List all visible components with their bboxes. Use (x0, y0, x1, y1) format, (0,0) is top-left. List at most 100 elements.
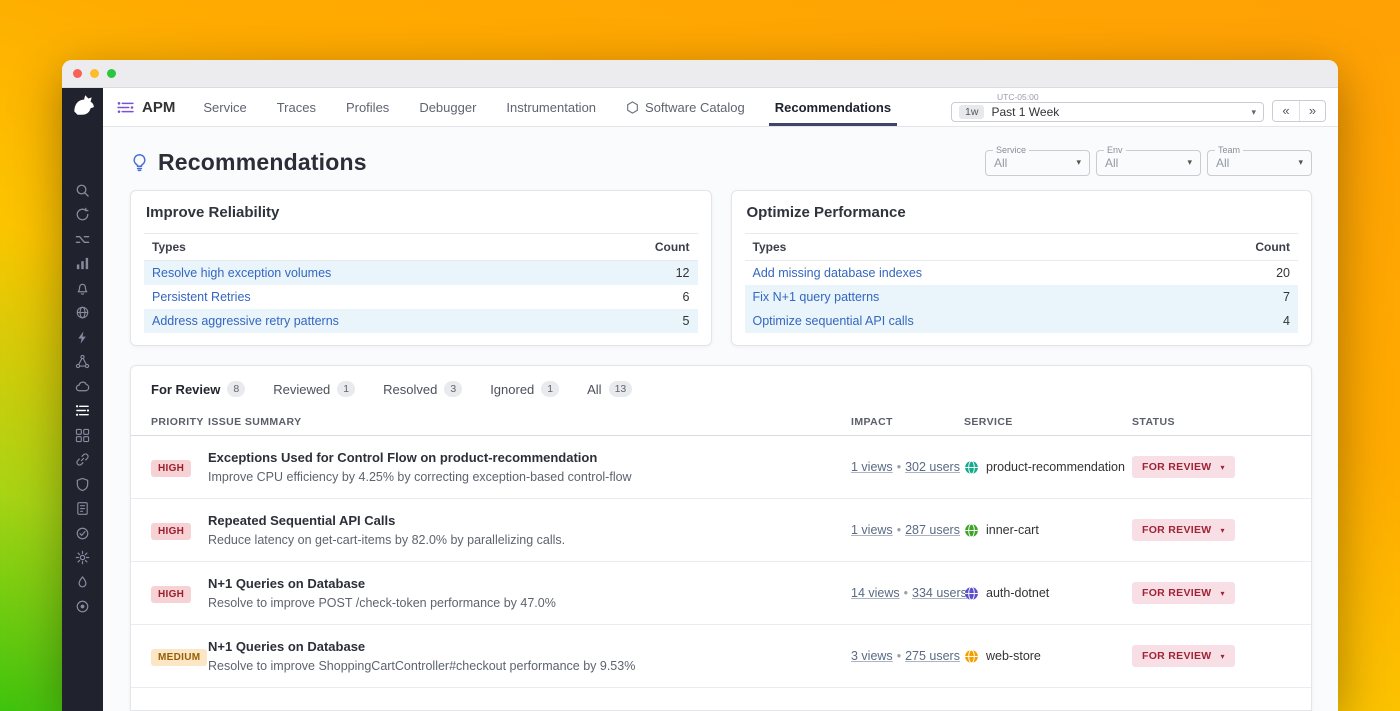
service-link[interactable]: inner-cart (964, 523, 1132, 538)
nav-recommendations[interactable]: Recommendations (775, 88, 891, 126)
software-catalog-icon[interactable] (62, 423, 103, 448)
service-link[interactable]: auth-dotnet (964, 586, 1132, 601)
zoom-window-button[interactable] (107, 69, 116, 78)
env-filter-value: All (1105, 156, 1118, 170)
settings-gear-icon[interactable] (62, 546, 103, 571)
datadog-logo[interactable] (68, 90, 98, 120)
card-title: Improve Reliability (146, 204, 698, 221)
type-count: 4 (1283, 314, 1290, 328)
type-count: 12 (676, 266, 690, 280)
views-link[interactable]: 1 views (851, 460, 893, 474)
links-icon[interactable] (62, 448, 103, 473)
issue-title: N+1 Queries on Database (208, 576, 851, 591)
recommendation-row[interactable]: MEDIUM N+1 Queries on Database Resolve t… (131, 625, 1311, 688)
recommendation-type-row[interactable]: Address aggressive retry patterns 5 (144, 309, 698, 333)
nav-instrumentation[interactable]: Instrumentation (506, 88, 596, 126)
navbar-right-controls: UTC-05:00 1w Past 1 Week ▾ « » (951, 92, 1326, 122)
users-link[interactable]: 334 users (912, 586, 967, 600)
type-link[interactable]: Persistent Retries (152, 290, 251, 304)
tab-count-badge: 8 (227, 381, 245, 397)
views-link[interactable]: 1 views (851, 523, 893, 537)
chevron-down-icon: ▾ (1221, 652, 1225, 661)
tab-resolved[interactable]: Resolved 3 (383, 381, 462, 397)
type-link[interactable]: Optimize sequential API calls (753, 314, 914, 328)
type-link[interactable]: Address aggressive retry patterns (152, 314, 339, 328)
status-dropdown[interactable]: FOR REVIEW▾ (1132, 645, 1235, 667)
nav-service[interactable]: Service (203, 88, 246, 126)
recommendation-type-row[interactable]: Resolve high exception volumes 12 (144, 261, 698, 285)
card-table-header: Types Count (745, 233, 1299, 261)
time-back-button[interactable]: « (1273, 101, 1299, 121)
events-icon[interactable] (62, 325, 103, 350)
recommendation-type-row[interactable]: Fix N+1 query patterns 7 (745, 285, 1299, 309)
nav-links: Service Traces Profiles Debugger Instrum… (203, 88, 891, 126)
watchdog-icon[interactable] (62, 203, 103, 228)
chevron-down-icon: ▾ (1221, 589, 1225, 598)
filter-bar: Service All ▾ Env All ▾ Team (985, 150, 1312, 176)
separator-dot: • (897, 523, 901, 537)
minimize-window-button[interactable] (90, 69, 99, 78)
impact-column-header: IMPACT (851, 416, 964, 428)
service-link[interactable]: product-recommendation (964, 460, 1132, 475)
views-link[interactable]: 14 views (851, 586, 900, 600)
network-icon[interactable] (62, 350, 103, 375)
close-window-button[interactable] (73, 69, 82, 78)
issue-description: Resolve to improve ShoppingCartControlle… (208, 659, 851, 673)
status-dropdown[interactable]: FOR REVIEW▾ (1132, 456, 1235, 478)
users-link[interactable]: 287 users (905, 523, 960, 537)
type-link[interactable]: Resolve high exception volumes (152, 266, 331, 280)
tab-all[interactable]: All 13 (587, 381, 632, 397)
metrics-icon[interactable] (62, 252, 103, 277)
tab-for-review[interactable]: For Review 8 (151, 381, 245, 397)
nav-traces[interactable]: Traces (277, 88, 316, 126)
service-globe-icon (964, 649, 979, 664)
recommendation-row[interactable]: HIGH Repeated Sequential API Calls Reduc… (131, 499, 1311, 562)
nav-debugger[interactable]: Debugger (419, 88, 476, 126)
serverless-icon[interactable] (62, 374, 103, 399)
help-icon[interactable] (62, 595, 103, 620)
list-column-headers: PRIORITY ISSUE SUMMARY IMPACT SERVICE ST… (131, 410, 1311, 436)
status-dropdown[interactable]: FOR REVIEW▾ (1132, 519, 1235, 541)
service-name: web-store (986, 649, 1041, 663)
recommendation-type-row[interactable]: Persistent Retries 6 (144, 285, 698, 309)
desktop-background: APM Service Traces Profiles Debugger Ins… (0, 0, 1400, 711)
tab-ignored[interactable]: Ignored 1 (490, 381, 559, 397)
time-forward-button[interactable]: » (1299, 101, 1325, 121)
team-filter-value: All (1216, 156, 1229, 170)
recommendation-type-row[interactable]: Optimize sequential API calls 4 (745, 309, 1299, 333)
type-link[interactable]: Fix N+1 query patterns (753, 290, 880, 304)
priority-badge: HIGH (151, 460, 191, 477)
recommendation-row[interactable]: HIGH N+1 Queries on Database Resolve to … (131, 562, 1311, 625)
service-filter[interactable]: Service All ▾ (985, 150, 1090, 176)
nav-profiles[interactable]: Profiles (346, 88, 389, 126)
team-filter[interactable]: Team All ▾ (1207, 150, 1312, 176)
recommendation-row[interactable]: HIGH Exceptions Used for Control Flow on… (131, 436, 1311, 499)
service-column-header: SERVICE (964, 416, 1132, 428)
monitors-icon[interactable] (62, 276, 103, 301)
status-dropdown[interactable]: FOR REVIEW▾ (1132, 582, 1235, 604)
card-table-header: Types Count (144, 233, 698, 261)
notebooks-icon[interactable] (62, 497, 103, 522)
service-link[interactable]: web-store (964, 649, 1132, 664)
tab-reviewed[interactable]: Reviewed 1 (273, 381, 355, 397)
synthetics-icon[interactable] (62, 301, 103, 326)
traces-icon[interactable] (62, 227, 103, 252)
views-link[interactable]: 3 views (851, 649, 893, 663)
incidents-icon[interactable] (62, 570, 103, 595)
tab-count-badge: 3 (444, 381, 462, 397)
ci-icon[interactable] (62, 521, 103, 546)
nav-software-catalog[interactable]: Software Catalog (626, 88, 745, 126)
apm-icon[interactable] (62, 399, 103, 424)
type-link[interactable]: Add missing database indexes (753, 266, 923, 280)
time-range-picker[interactable]: 1w Past 1 Week ▾ (951, 102, 1264, 122)
security-icon[interactable] (62, 472, 103, 497)
users-link[interactable]: 275 users (905, 649, 960, 663)
chevron-down-icon: ▾ (1221, 463, 1225, 472)
recommendation-type-row[interactable]: Add missing database indexes 20 (745, 261, 1299, 285)
env-filter[interactable]: Env All ▾ (1096, 150, 1201, 176)
page-title: Recommendations (158, 149, 367, 176)
types-column-header: Types (753, 240, 787, 254)
users-link[interactable]: 302 users (905, 460, 960, 474)
search-icon[interactable] (62, 178, 103, 203)
service-globe-icon (964, 460, 979, 475)
